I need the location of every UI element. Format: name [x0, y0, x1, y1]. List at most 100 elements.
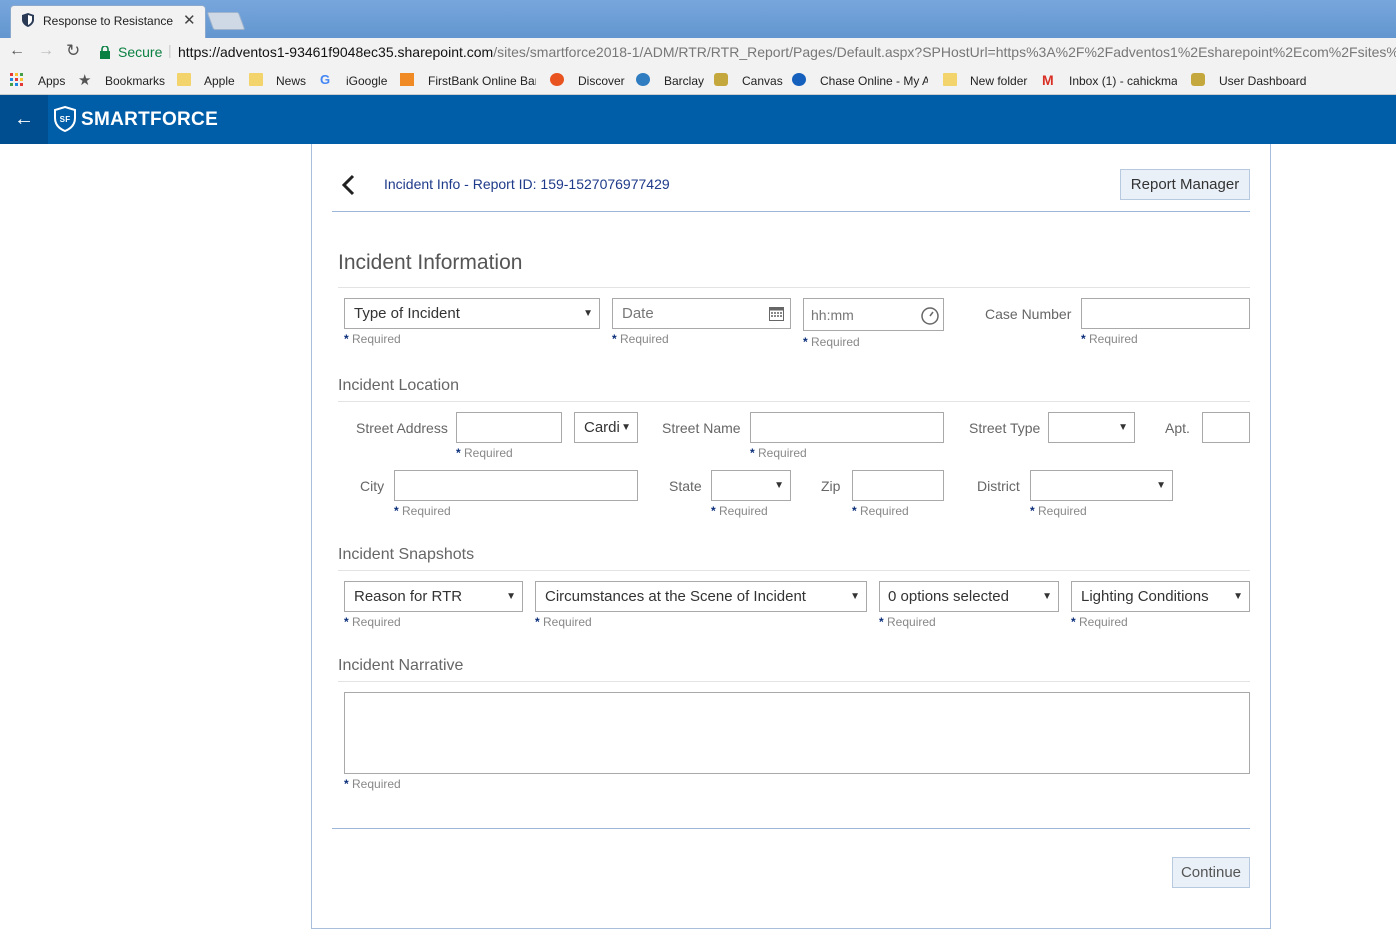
type-of-incident-select[interactable]: Type of Incident ▼: [344, 298, 600, 329]
section-divider: [338, 681, 1250, 682]
bookmark-user-dashboard[interactable]: User Dashboard: [1219, 74, 1306, 88]
chevron-left-icon[interactable]: [340, 174, 356, 196]
section-divider: [338, 570, 1250, 571]
reason-for-rtr-select[interactable]: Reason for RTR ▼: [344, 581, 523, 612]
folder-icon: [943, 73, 957, 86]
shield-icon: [22, 13, 34, 27]
address-bar[interactable]: Secure | https://adventos1-93461f9048ec3…: [90, 41, 1396, 65]
url-text: https://adventos1-93461f9048ec35.sharepo…: [178, 44, 1396, 60]
secure-label: Secure: [118, 44, 163, 60]
bookmark-canvas[interactable]: Canvas: [742, 74, 783, 88]
badge-shield-icon: SF: [54, 106, 76, 132]
bookmark-new-folder[interactable]: New folder: [970, 74, 1027, 88]
street-address-input[interactable]: [456, 412, 562, 443]
forward-arrow-icon[interactable]: →: [38, 42, 54, 60]
zip-label: Zip: [821, 478, 841, 494]
city-label: City: [360, 478, 385, 494]
required-note: * Required: [711, 504, 768, 518]
star-icon: ★: [78, 72, 92, 89]
section-divider: [338, 401, 1250, 402]
required-note: * Required: [456, 446, 513, 460]
bookmark-bookmarks[interactable]: Bookmarks: [105, 74, 165, 88]
street-type-label: Street Type: [969, 420, 1041, 436]
footer-divider: [332, 828, 1250, 829]
circumstances-select[interactable]: Circumstances at the Scene of Incident ▼: [535, 581, 867, 612]
bookmark-chase[interactable]: Chase Online - My A: [820, 74, 928, 88]
lighting-conditions-select[interactable]: Lighting Conditions ▼: [1071, 581, 1250, 612]
folder-icon: [177, 73, 191, 86]
bookmark-barclay[interactable]: Barclay: [664, 74, 704, 88]
circumstances-value: Circumstances at the Scene of Incident: [545, 588, 806, 605]
street-address-label: Street Address: [356, 420, 448, 436]
date-input[interactable]: Date: [612, 298, 791, 329]
lighting-conditions-value: Lighting Conditions: [1081, 588, 1209, 605]
lock-icon: [100, 46, 110, 59]
firstbank-icon: [400, 73, 414, 86]
required-note: * Required: [344, 332, 401, 346]
section-divider: [338, 287, 1250, 288]
options-multiselect[interactable]: 0 options selected ▼: [879, 581, 1059, 612]
close-icon[interactable]: ✕: [183, 11, 196, 29]
reload-icon[interactable]: ↻: [66, 41, 80, 61]
required-note: * Required: [1081, 332, 1138, 346]
state-label: State: [669, 478, 702, 494]
required-note: * Required: [535, 615, 592, 629]
google-icon: G: [320, 72, 331, 87]
bookmark-firstbank[interactable]: FirstBank Online Ban: [428, 74, 536, 88]
street-name-label: Street Name: [662, 420, 741, 436]
dashboard-icon: [1191, 73, 1205, 86]
direction-value: Cardi: [584, 419, 620, 436]
report-manager-button[interactable]: Report Manager: [1120, 169, 1250, 200]
caret-down-icon: ▼: [506, 591, 516, 602]
apps-grid-icon: [10, 73, 23, 86]
app-back-arrow-icon[interactable]: ←: [0, 95, 48, 144]
caret-down-icon: ▼: [1118, 422, 1128, 433]
breadcrumb: Incident Info - Report ID: 159-152707697…: [384, 176, 670, 192]
browser-tab[interactable]: Response to Resistance ✕: [10, 5, 206, 38]
district-select[interactable]: ▼: [1030, 470, 1173, 501]
bookmark-igoogle[interactable]: iGoogle: [346, 74, 387, 88]
bookmark-apple[interactable]: Apple: [204, 74, 235, 88]
district-label: District: [977, 478, 1020, 494]
bookmark-news[interactable]: News: [276, 74, 306, 88]
continue-button[interactable]: Continue: [1172, 857, 1250, 888]
header-divider: [332, 211, 1250, 212]
city-input[interactable]: [394, 470, 638, 501]
back-arrow-icon[interactable]: ←: [9, 42, 25, 60]
street-type-select[interactable]: ▼: [1048, 412, 1135, 443]
barclay-icon: [636, 73, 650, 86]
zip-input[interactable]: [852, 470, 944, 501]
case-number-input[interactable]: [1081, 298, 1250, 329]
narrative-textarea[interactable]: [344, 692, 1250, 774]
chase-icon: [792, 73, 806, 86]
type-of-incident-value: Type of Incident: [354, 305, 460, 322]
caret-down-icon: ▼: [621, 422, 631, 433]
calendar-icon[interactable]: [769, 307, 784, 321]
caret-down-icon: ▼: [1156, 480, 1166, 491]
bookmark-apps[interactable]: Apps: [38, 74, 65, 88]
required-note: * Required: [344, 777, 401, 791]
bookmark-inbox[interactable]: Inbox (1) - cahickma: [1069, 74, 1177, 88]
logo-text: SMARTFORCE: [81, 109, 219, 130]
caret-down-icon: ▼: [1042, 591, 1052, 602]
url-host: https://adventos1-93461f9048ec35.sharepo…: [178, 44, 494, 60]
street-name-input[interactable]: [750, 412, 944, 443]
bookmark-discover[interactable]: Discover: [578, 74, 625, 88]
direction-select[interactable]: Cardi ▼: [574, 412, 638, 443]
required-note: * Required: [879, 615, 936, 629]
required-note: * Required: [803, 335, 860, 349]
caret-down-icon: ▼: [1233, 591, 1243, 602]
time-input[interactable]: hh:mm: [803, 298, 944, 331]
caret-down-icon: ▼: [583, 308, 593, 319]
new-tab-button[interactable]: [206, 12, 246, 30]
case-number-label: Case Number: [985, 306, 1072, 322]
incident-narrative-title: Incident Narrative: [338, 657, 464, 674]
required-note: * Required: [612, 332, 669, 346]
options-selected-value: 0 options selected: [888, 588, 1009, 605]
apt-input[interactable]: [1202, 412, 1250, 443]
required-note: * Required: [394, 504, 451, 518]
discover-icon: [550, 73, 564, 86]
clock-icon[interactable]: [921, 307, 939, 325]
state-select[interactable]: ▼: [711, 470, 791, 501]
bookmarks-bar: Apps ★ Bookmarks Apple News G iGoogle Fi…: [0, 68, 1396, 95]
